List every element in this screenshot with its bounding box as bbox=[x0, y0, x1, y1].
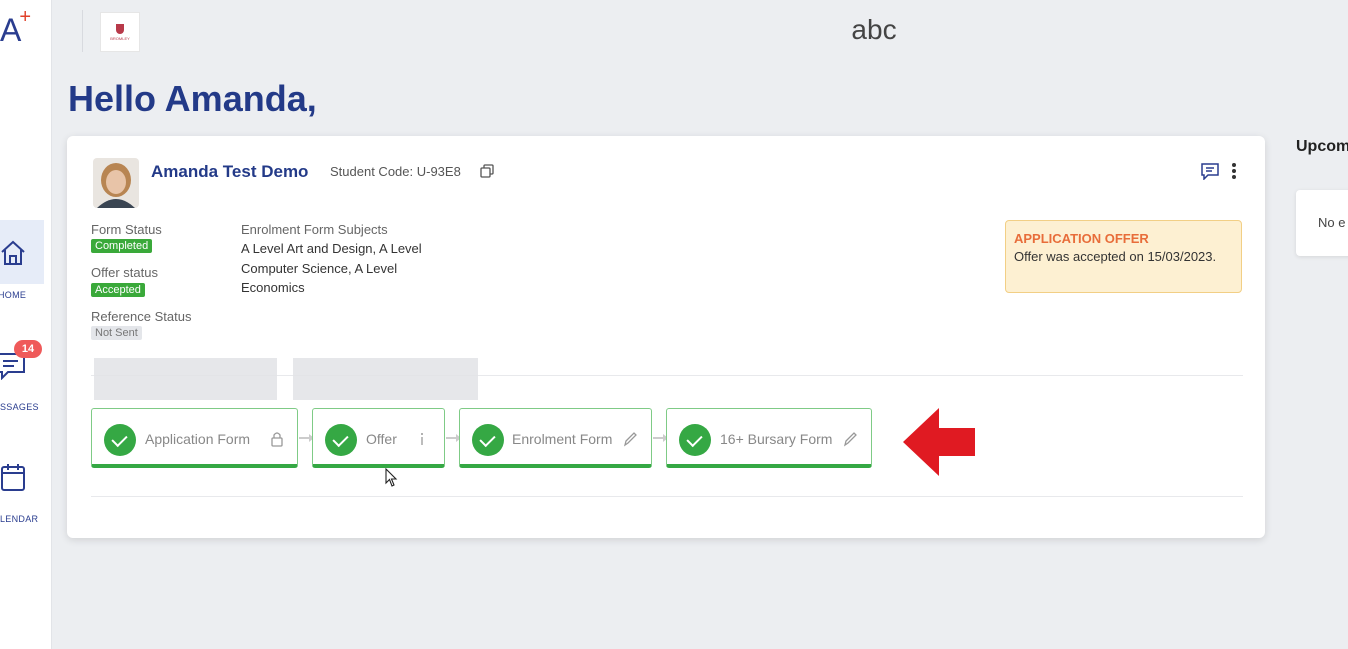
sidebar-item-calendar[interactable]: LENDAR bbox=[0, 458, 44, 528]
reference-status-label: Reference Status bbox=[91, 309, 192, 324]
step-connector bbox=[446, 434, 461, 442]
copy-icon[interactable] bbox=[480, 164, 494, 178]
calendar-icon bbox=[1, 464, 25, 491]
upcoming-card: No e bbox=[1296, 190, 1348, 256]
more-options-icon[interactable] bbox=[1231, 162, 1237, 180]
page-title: abc bbox=[851, 14, 897, 45]
sidebar-item-label: LENDAR bbox=[0, 514, 39, 524]
tooltip-overlay bbox=[293, 358, 478, 400]
check-icon bbox=[325, 424, 357, 456]
avatar bbox=[93, 158, 139, 208]
offer-notice-title: APPLICATION OFFER bbox=[1014, 231, 1149, 246]
greeting-heading: Hello Amanda, bbox=[68, 78, 317, 119]
sidebar-item-messages[interactable]: 14 SSAGES bbox=[0, 340, 44, 420]
sidebar-item-label: SSAGES bbox=[0, 402, 39, 412]
step-application-form[interactable]: Application Form bbox=[91, 408, 298, 468]
application-offer-notice: APPLICATION OFFER Offer was accepted on … bbox=[1005, 220, 1242, 293]
check-icon bbox=[679, 424, 711, 456]
upcoming-heading: Upcom bbox=[1296, 138, 1348, 155]
step-label: Enrolment Form bbox=[512, 431, 613, 447]
shield-icon bbox=[116, 23, 124, 34]
check-icon bbox=[104, 424, 136, 456]
step-offer[interactable]: Offer bbox=[312, 408, 445, 468]
school-logo[interactable]: BROMLEY bbox=[100, 12, 140, 52]
tooltip-overlay bbox=[94, 358, 277, 400]
step-label: 16+ Bursary Form bbox=[720, 431, 833, 447]
student-name: Amanda Test Demo bbox=[151, 162, 309, 181]
home-icon bbox=[1, 240, 25, 265]
pencil-icon[interactable] bbox=[623, 431, 637, 447]
messages-count-badge: 14 bbox=[14, 340, 42, 358]
subjects-label: Enrolment Form Subjects bbox=[241, 222, 388, 237]
app-logo[interactable]: A+ bbox=[0, 6, 33, 49]
student-code: Student Code: U-93E8 bbox=[330, 164, 461, 179]
step-bursary-form[interactable]: 16+ Bursary Form bbox=[666, 408, 872, 468]
step-connector bbox=[299, 434, 314, 442]
sidebar-item-home[interactable]: HOME bbox=[0, 220, 44, 300]
offer-status-label: Offer status bbox=[91, 265, 158, 280]
offer-status-badge: Accepted bbox=[91, 283, 145, 297]
divider bbox=[91, 496, 1243, 497]
step-label: Offer bbox=[366, 431, 397, 447]
sidebar: A+ HOME 14 SSAGES LENDAR bbox=[0, 0, 52, 649]
student-card: Amanda Test Demo Student Code: U-93E8 Fo… bbox=[67, 136, 1265, 538]
pencil-icon[interactable] bbox=[843, 431, 857, 447]
form-status-label: Form Status bbox=[91, 222, 162, 237]
topbar-divider bbox=[82, 10, 83, 52]
sidebar-item-label: HOME bbox=[0, 290, 27, 300]
offer-notice-text: Offer was accepted on 15/03/2023. bbox=[1014, 249, 1217, 264]
red-arrow-icon bbox=[903, 408, 975, 476]
step-label: Application Form bbox=[145, 431, 251, 447]
info-icon[interactable] bbox=[415, 431, 429, 447]
check-icon bbox=[472, 424, 504, 456]
step-connector bbox=[653, 434, 668, 442]
mouse-cursor-icon bbox=[385, 468, 398, 487]
form-status-badge: Completed bbox=[91, 239, 153, 253]
chat-icon[interactable] bbox=[1201, 162, 1219, 180]
school-logo-text: BROMLEY bbox=[110, 35, 130, 41]
lock-icon bbox=[271, 432, 283, 447]
subjects-value: A Level Art and Design, A Level Computer… bbox=[241, 241, 422, 295]
reference-status-badge: Not Sent bbox=[91, 326, 142, 340]
upcoming-empty-text: No e bbox=[1318, 215, 1346, 230]
step-enrolment-form[interactable]: Enrolment Form bbox=[459, 408, 652, 468]
